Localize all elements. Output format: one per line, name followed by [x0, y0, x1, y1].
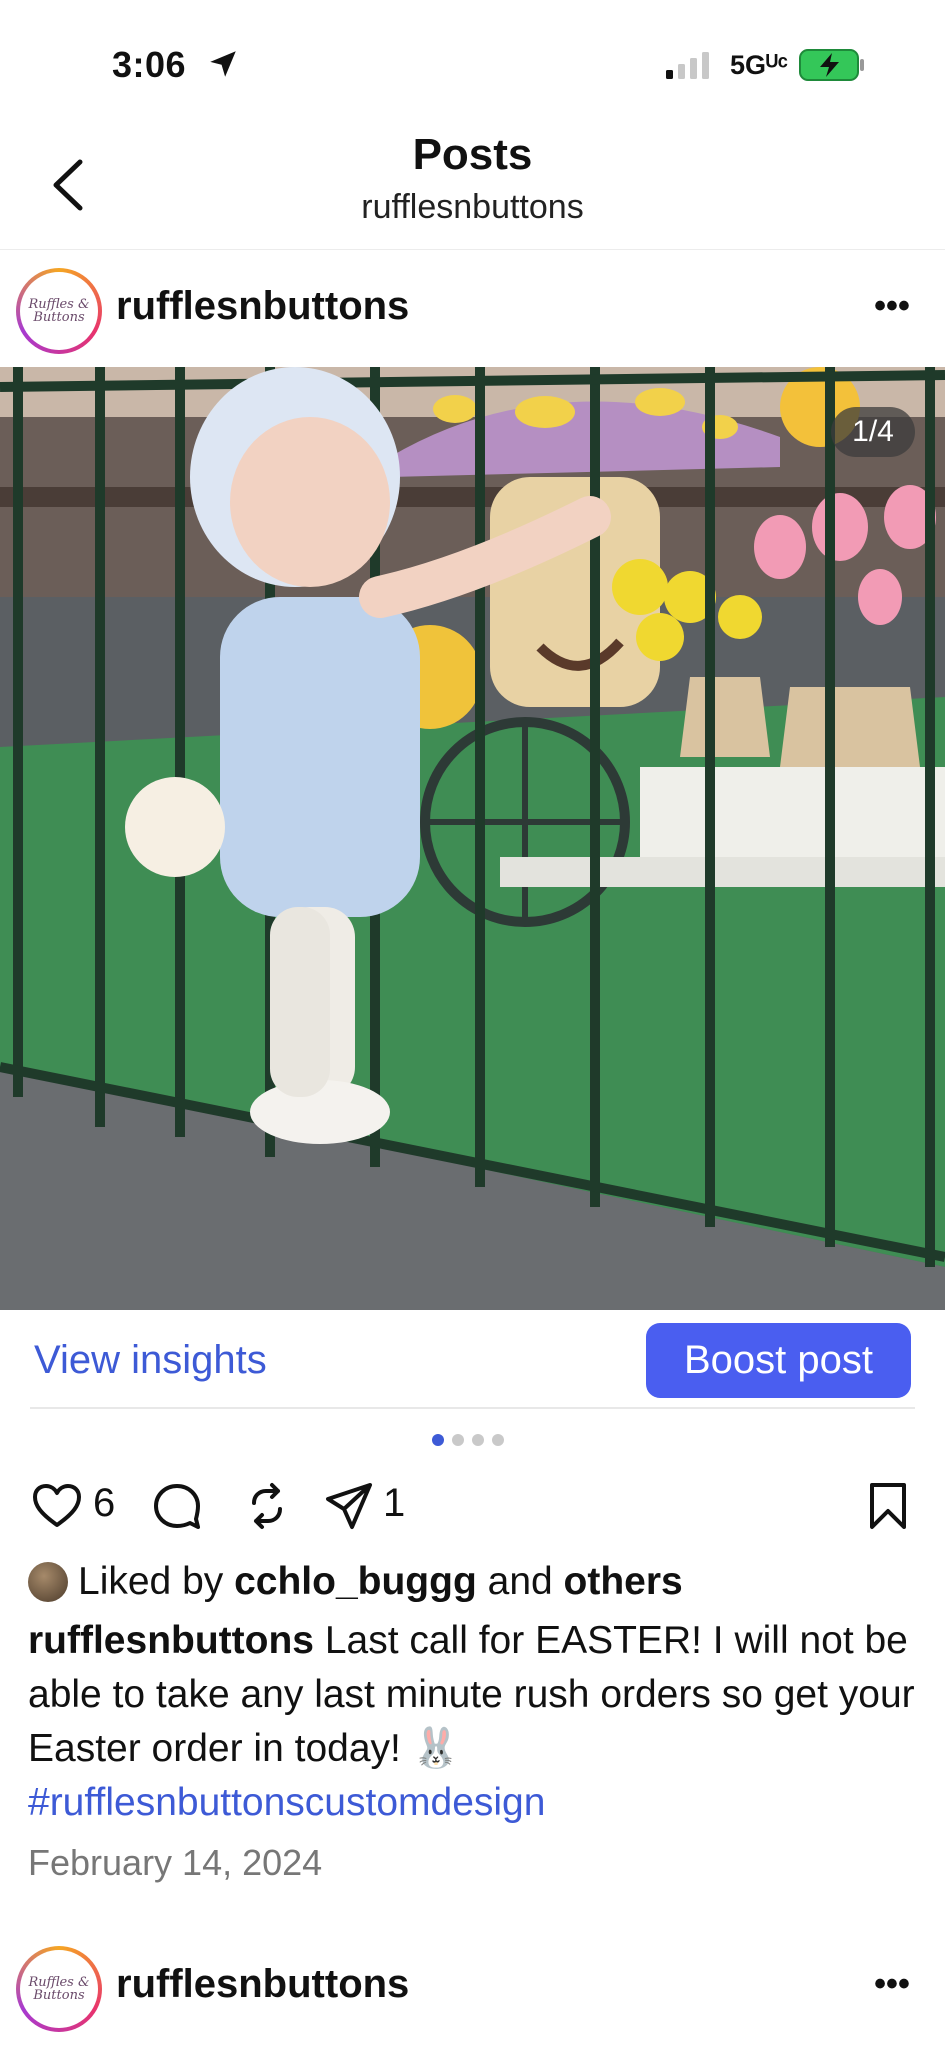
repost-icon[interactable]: [240, 1479, 294, 1533]
next-post-username[interactable]: rufflesnbuttons: [116, 1962, 409, 2007]
post-date: February 14, 2024: [28, 1842, 323, 1883]
status-time: 3:06: [112, 44, 187, 85]
liked-by-prefix: Liked by: [78, 1560, 224, 1603]
carousel-dot: [492, 1434, 504, 1446]
next-post-avatar[interactable]: Ruffles & Buttons: [16, 1946, 102, 2032]
carousel-dot: [452, 1434, 464, 1446]
action-row: 6 1: [0, 1465, 945, 1545]
boost-post-button[interactable]: Boost post: [646, 1323, 911, 1398]
nav-header: Posts rufflesnbuttons: [0, 120, 945, 250]
liked-by-others[interactable]: others: [564, 1560, 683, 1604]
shares-count[interactable]: 1: [383, 1481, 405, 1526]
location-arrow-icon: [210, 51, 236, 77]
post-header: Ruffles & Buttons rufflesnbuttons •••: [0, 262, 945, 362]
page-subtitle: rufflesnbuttons: [361, 188, 584, 226]
liked-by-line[interactable]: Liked by cchlo_buggg and others: [28, 1560, 683, 1604]
carousel-dot: [432, 1434, 444, 1446]
page-title: Posts: [412, 130, 533, 179]
post-username[interactable]: rufflesnbuttons: [116, 284, 409, 329]
divider: [30, 1407, 915, 1409]
share-icon[interactable]: [322, 1479, 376, 1533]
bookmark-icon[interactable]: [861, 1479, 915, 1533]
view-insights-link[interactable]: View insights: [34, 1338, 267, 1383]
status-bar: 3:06 5Gᵁᶜ: [0, 0, 945, 120]
likes-count[interactable]: 6: [93, 1481, 115, 1526]
battery-charging-icon: [799, 49, 864, 81]
comment-icon[interactable]: [150, 1479, 204, 1533]
network-label: 5Gᵁᶜ: [730, 50, 789, 80]
liked-by-user[interactable]: cchlo_buggg: [234, 1560, 477, 1604]
caption-username[interactable]: rufflesnbuttons: [28, 1619, 314, 1662]
photo-illustration: [0, 367, 945, 1310]
post-caption: rufflesnbuttons Last call for EASTER! I …: [28, 1614, 928, 1830]
signal-bars-icon: [666, 52, 709, 79]
next-post-avatar-logo-text: Ruffles & Buttons: [20, 1950, 98, 2028]
more-options-icon[interactable]: •••: [867, 289, 917, 332]
insights-row: View insights Boost post: [0, 1310, 945, 1410]
avatar[interactable]: Ruffles & Buttons: [16, 268, 102, 354]
post-photo[interactable]: 1/4: [0, 367, 945, 1310]
carousel-page-counter: 1/4: [831, 407, 915, 457]
liker-avatar: [28, 1562, 68, 1602]
carousel-dot: [472, 1434, 484, 1446]
next-post-header: Ruffles & Buttons rufflesnbuttons •••: [0, 1940, 945, 2040]
caption-hashtag[interactable]: #rufflesnbuttonscustomdesign: [28, 1781, 545, 1824]
heart-icon[interactable]: [30, 1479, 84, 1533]
liked-by-and: and: [487, 1560, 553, 1603]
carousel-dots: [432, 1434, 504, 1448]
avatar-logo-text: Ruffles & Buttons: [20, 272, 98, 350]
more-options-icon[interactable]: •••: [867, 1967, 917, 2010]
